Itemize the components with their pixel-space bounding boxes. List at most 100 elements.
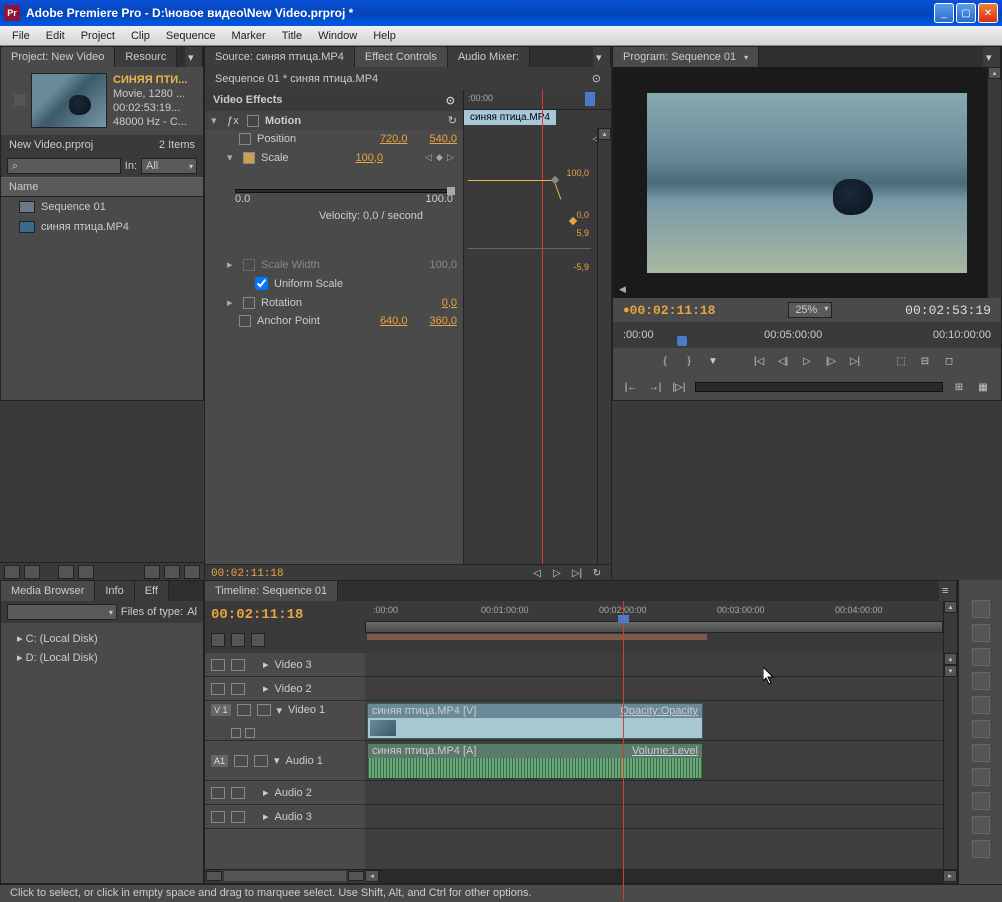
scroll-up-button[interactable]: ▴ [988, 67, 1001, 79]
speaker-icon[interactable] [211, 811, 225, 823]
lock-icon[interactable] [231, 683, 245, 695]
track-select-tool[interactable] [972, 624, 990, 642]
timeline-timecode[interactable]: 00:02:11:18 [211, 607, 359, 623]
menu-help[interactable]: Help [365, 28, 404, 44]
goto-next-button[interactable]: →| [647, 379, 663, 395]
dropdown-icon[interactable]: ▾ [744, 53, 748, 62]
keyframe-icon[interactable] [245, 728, 255, 738]
fx-toggle-icon[interactable]: ⊙ [446, 94, 455, 107]
marker-button[interactable] [231, 633, 245, 647]
audio-clip[interactable]: синяя птица.MP4 [A] Volume:Level [367, 743, 703, 779]
panel-menu-icon[interactable]: ▾ [185, 47, 203, 67]
zoom-slider[interactable] [224, 871, 346, 881]
reset-icon[interactable]: ↻ [448, 114, 457, 127]
track-header-v2[interactable]: ▸ Video 2 [205, 677, 365, 701]
zoom-tool[interactable] [972, 840, 990, 858]
files-of-type-value[interactable]: Al [187, 606, 197, 618]
eye-icon[interactable] [211, 659, 225, 671]
timeline-playhead[interactable] [623, 601, 624, 901]
extract-button[interactable]: ⊟ [917, 353, 933, 369]
settings-button[interactable] [251, 633, 265, 647]
tab-resource[interactable]: Resourc [115, 47, 177, 67]
marker-button[interactable]: ▼ [705, 353, 721, 369]
snap-button[interactable] [211, 633, 225, 647]
track-header-a1[interactable]: A1 ▾ Audio 1 [205, 741, 365, 781]
menu-file[interactable]: File [4, 28, 38, 44]
menu-clip[interactable]: Clip [123, 28, 158, 44]
trash-button[interactable] [184, 565, 200, 579]
keyframe-icon[interactable] [231, 728, 241, 738]
playhead-handle-icon[interactable] [618, 615, 629, 623]
twirl-icon[interactable]: ▾ [211, 114, 221, 127]
drive-item[interactable]: ▸ C: (Local Disk) [1, 629, 203, 648]
anchor-y[interactable]: 360,0 [429, 315, 457, 327]
tab-effect-controls[interactable]: Effect Controls [355, 47, 448, 67]
list-view-button[interactable] [4, 565, 20, 579]
stopwatch-icon[interactable] [243, 297, 255, 309]
fx-enable-icon[interactable]: ƒx [227, 115, 241, 127]
list-item[interactable]: Sequence 01 [1, 197, 203, 217]
trim-button[interactable]: ⊞ [951, 379, 967, 395]
search-input[interactable]: ⌕ [7, 158, 121, 174]
panel-menu-icon[interactable]: ≡ [939, 581, 957, 601]
zoom-out-button[interactable] [206, 871, 222, 881]
list-item[interactable]: синяя птица.MP4 [1, 217, 203, 237]
lift-button[interactable]: ⬚ [893, 353, 909, 369]
lock-icon[interactable] [231, 659, 245, 671]
track-header-a2[interactable]: ▸ Audio 2 [205, 781, 365, 805]
speaker-icon[interactable] [211, 787, 225, 799]
position-y[interactable]: 540,0 [429, 133, 457, 145]
step-back-button[interactable]: ◁| [775, 353, 791, 369]
prev-keyframe-button[interactable]: ◁ [425, 152, 435, 163]
jog-shuttle[interactable] [695, 382, 943, 392]
panel-menu-icon[interactable]: ▾ [983, 47, 1001, 67]
anchor-x[interactable]: 640,0 [380, 315, 408, 327]
next-keyframe-button[interactable]: ▷ [447, 152, 457, 163]
clip-thumbnail[interactable] [31, 73, 107, 128]
tab-source[interactable]: Source: синяя птица.MP4 [205, 47, 355, 67]
program-playhead-icon[interactable] [677, 336, 687, 346]
eye-icon[interactable] [237, 704, 251, 716]
twirl-icon[interactable]: ▸ [227, 258, 237, 271]
mini-playhead-icon[interactable] [585, 92, 595, 106]
column-name[interactable]: Name [1, 177, 203, 197]
program-current-timecode[interactable]: 00:02:11:18 [630, 303, 716, 318]
razor-tool[interactable] [972, 720, 990, 738]
stopwatch-icon[interactable] [239, 133, 251, 145]
slip-tool[interactable] [972, 744, 990, 762]
scale-value[interactable]: 100,0 [355, 152, 383, 164]
menu-marker[interactable]: Marker [223, 28, 273, 44]
pin-icon[interactable]: ⊙ [592, 72, 601, 85]
stopwatch-icon[interactable] [239, 315, 251, 327]
transform-icon[interactable] [247, 115, 259, 127]
close-button[interactable]: ✕ [978, 3, 998, 23]
timeline-ruler[interactable]: :00:00 00:01:00:00 00:02:00:00 00:03:00:… [365, 601, 943, 645]
drive-item[interactable]: ▸ D: (Local Disk) [1, 648, 203, 667]
automate-button[interactable] [58, 565, 74, 579]
new-item-button[interactable] [164, 565, 180, 579]
keyframe-diamond[interactable] [551, 176, 559, 184]
rotation-value[interactable]: 0,0 [442, 297, 457, 309]
pen-tool[interactable] [972, 792, 990, 810]
zoom-in-button[interactable] [348, 871, 364, 881]
ripple-tool[interactable] [972, 648, 990, 666]
eye-icon[interactable] [211, 683, 225, 695]
scroll-up-button[interactable]: ▴ [944, 601, 957, 613]
twirl-icon[interactable]: ▸ [227, 296, 237, 309]
export-frame-button[interactable]: ◻ [941, 353, 957, 369]
mark-in-button[interactable]: { [657, 353, 673, 369]
speaker-icon[interactable] [234, 755, 248, 767]
timeline-tracks-area[interactable]: синяя птица.MP4 [V] Opacity:Opacity синя… [365, 653, 943, 869]
lock-icon[interactable] [231, 811, 245, 823]
slide-tool[interactable] [972, 768, 990, 786]
tab-timeline[interactable]: Timeline: Sequence 01 [205, 581, 338, 601]
step-fwd-button[interactable]: |▷ [823, 353, 839, 369]
hand-tool[interactable] [972, 816, 990, 834]
mark-out-button[interactable]: } [681, 353, 697, 369]
scroll-up-button[interactable]: ▴ [598, 128, 611, 140]
work-area-bar[interactable] [367, 634, 707, 640]
menu-project[interactable]: Project [73, 28, 123, 44]
zoom-dropdown[interactable]: 25% [788, 302, 832, 318]
goto-in-button[interactable]: |◁ [751, 353, 767, 369]
lock-icon[interactable] [254, 755, 268, 767]
